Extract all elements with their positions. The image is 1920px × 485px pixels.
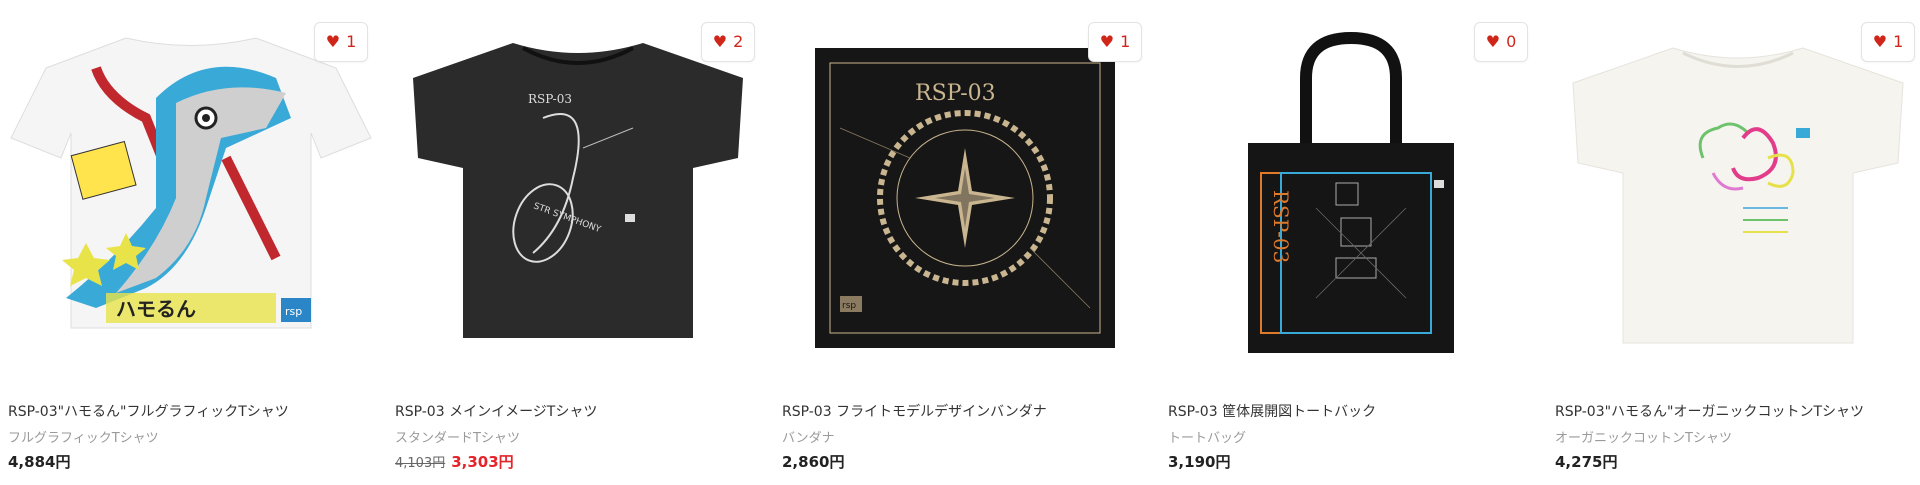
product-image-full-graphic-tshirt[interactable]: ハモるん rsp [6,8,376,378]
favorite-count: 1 [1120,32,1131,51]
favorite-button[interactable]: ♥ 1 [1861,22,1915,62]
original-price: 4,103円 [395,456,446,471]
favorite-button[interactable]: ♥ 1 [1088,22,1142,62]
product-price: 4,103円 3,303円 [395,451,514,472]
heart-icon: ♥ [712,32,728,51]
favorite-button[interactable]: ♥ 0 [1474,22,1528,62]
bandana-image: RSP-03 rsp [815,48,1115,348]
product-price: 2,860円 [782,453,845,471]
product-image-bandana[interactable]: RSP-03 rsp [780,8,1150,378]
product-card[interactable]: RSP-03 rsp ♥ 1 RSP-03 フライトモデルデザインバンダナ バン… [780,0,1150,485]
heart-icon: ♥ [1485,32,1501,51]
favorite-button[interactable]: ♥ 1 [314,22,368,62]
product-price: 3,190円 [1168,453,1231,471]
product-card[interactable]: ♥ 1 RSP-03"ハモるん"オーガニックコットンTシャツ オーガニックコット… [1553,0,1920,485]
favorite-button[interactable]: ♥ 2 [701,22,755,62]
product-title[interactable]: RSP-03 フライトモデルデザインバンダナ [782,401,1148,421]
rsp-logo-text: RSP-03 [915,81,996,106]
tote-bag-image: RSP-03 [1248,31,1454,353]
product-category: バンダナ [782,431,835,446]
product-category: オーガニックコットンTシャツ [1555,431,1732,446]
product-category: トートバッグ [1168,431,1247,446]
product-title[interactable]: RSP-03"ハモるん"オーガニックコットンTシャツ [1555,401,1920,421]
product-image-black-tshirt[interactable]: RSP-03 STR SYMPHONY [393,8,763,378]
tote-vertical-text: RSP-03 [1269,190,1293,263]
heart-icon: ♥ [325,32,341,51]
sale-price: 3,303円 [451,453,514,471]
hamorun-script-text: ハモるん [116,297,196,321]
full-graphic-tshirt-image: ハモるん rsp [10,37,372,329]
organic-tshirt-image [1572,47,1904,344]
product-title[interactable]: RSP-03"ハモるん"フルグラフィックTシャツ [8,401,374,421]
product-price: 4,884円 [8,453,71,471]
heart-icon: ♥ [1872,32,1888,51]
product-category: スタンダードTシャツ [395,431,520,446]
rsp-badge-text: rsp [285,305,302,318]
rsp-badge-text: rsp [842,301,856,311]
heart-icon: ♥ [1099,32,1115,51]
product-title[interactable]: RSP-03 メインイメージTシャツ [395,401,761,421]
favorite-count: 1 [346,32,357,51]
favorite-count: 0 [1506,32,1517,51]
product-card[interactable]: ハモるん rsp ♥ 1 RSP-03"ハモるん"フルグラフィックTシャツ フル… [6,0,376,485]
product-title[interactable]: RSP-03 筐体展開図トートバック [1168,401,1534,421]
product-card[interactable]: RSP-03 STR SYMPHONY ♥ 2 RSP-03 メインイメージTシ… [393,0,763,485]
product-price: 4,275円 [1555,453,1618,471]
product-category: フルグラフィックTシャツ [8,431,159,446]
product-image-organic-tshirt[interactable] [1553,8,1920,378]
product-card[interactable]: RSP-03 ♥ 0 RSP-03 筐体展開図トートバック トートバッグ 3,1… [1166,0,1536,485]
black-tshirt-image: RSP-03 STR SYMPHONY [413,43,743,338]
product-image-tote-bag[interactable]: RSP-03 [1166,8,1536,378]
favorite-count: 2 [733,32,744,51]
rsp-logo-text: RSP-03 [528,92,572,106]
product-grid: ハモるん rsp ♥ 1 RSP-03"ハモるん"フルグラフィックTシャツ フル… [0,0,1920,485]
favorite-count: 1 [1893,32,1904,51]
